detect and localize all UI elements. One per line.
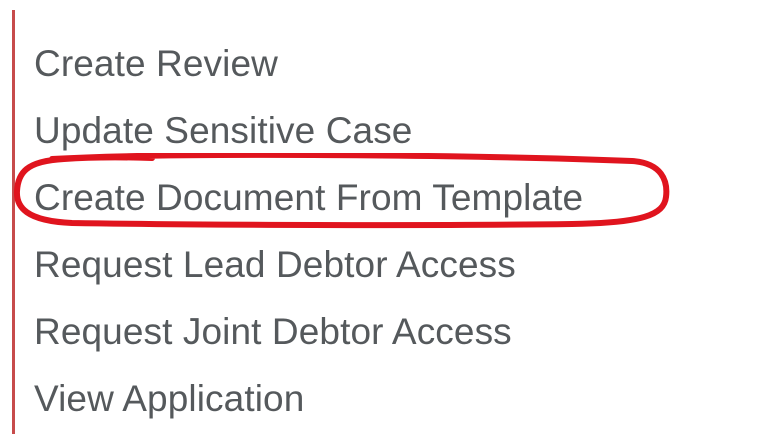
create-review-link[interactable]: Create Review xyxy=(34,45,278,82)
menu-item-update-sensitive-case[interactable]: Update Sensitive Case xyxy=(34,97,583,164)
menu-item-create-document-from-template[interactable]: Create Document From Template xyxy=(34,164,583,231)
view-application-link[interactable]: View Application xyxy=(34,380,304,417)
menu-item-create-review[interactable]: Create Review xyxy=(34,30,583,97)
update-sensitive-case-link[interactable]: Update Sensitive Case xyxy=(34,112,412,149)
request-joint-debtor-access-link[interactable]: Request Joint Debtor Access xyxy=(34,313,512,350)
menu-item-view-application[interactable]: View Application xyxy=(34,365,583,432)
create-document-from-template-link[interactable]: Create Document From Template xyxy=(34,179,583,216)
actions-panel: Create Review Update Sensitive Case Crea… xyxy=(0,0,784,434)
panel-left-border xyxy=(12,10,15,434)
menu-item-request-lead-debtor-access[interactable]: Request Lead Debtor Access xyxy=(34,231,583,298)
menu-item-request-joint-debtor-access[interactable]: Request Joint Debtor Access xyxy=(34,298,583,365)
actions-menu: Create Review Update Sensitive Case Crea… xyxy=(34,30,583,432)
request-lead-debtor-access-link[interactable]: Request Lead Debtor Access xyxy=(34,246,516,283)
